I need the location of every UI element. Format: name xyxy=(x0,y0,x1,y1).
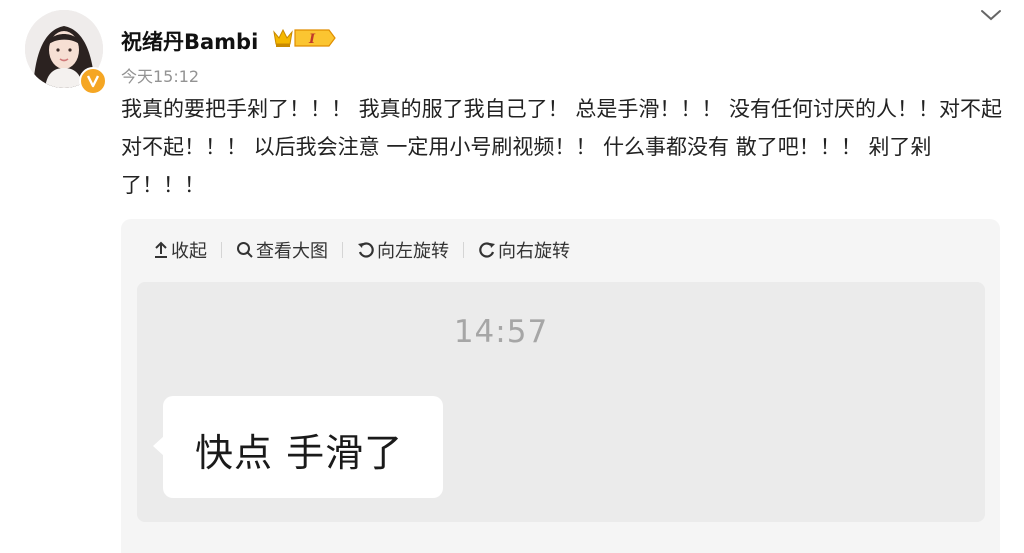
chat-bubble: 快点 手滑了 xyxy=(153,396,443,498)
toolbar-divider xyxy=(463,242,464,258)
collapse-button[interactable]: 收起 xyxy=(153,237,207,263)
post-timestamp[interactable]: 今天15:12 xyxy=(121,63,199,87)
vip-crown-icon[interactable]: I xyxy=(271,26,339,50)
rotate-right-label: 向右旋转 xyxy=(498,241,570,262)
rotate-left-label: 向左旋转 xyxy=(377,241,449,262)
rotate-left-button[interactable]: 向左旋转 xyxy=(357,237,449,263)
search-icon xyxy=(237,242,253,258)
post-image[interactable]: 14:57 快点 手滑了 xyxy=(137,282,985,522)
weibo-post: 祝绪丹Bambi I 今天15:12 我真的要把手剁了！！！ 我真的服了我自己了… xyxy=(0,0,1024,553)
view-large-button[interactable]: 查看大图 xyxy=(236,237,328,263)
vip-level-text: I xyxy=(308,32,316,47)
media-viewer: 收起 查看大图 向左旋转 向右旋转 14:57 快点 手滑了 xyxy=(121,219,1000,553)
verified-badge-icon xyxy=(79,67,107,95)
toolbar-divider xyxy=(221,242,222,258)
collapse-label: 收起 xyxy=(171,241,207,262)
toolbar-divider xyxy=(342,242,343,258)
rotate-right-button[interactable]: 向右旋转 xyxy=(478,237,570,263)
chevron-down-icon[interactable] xyxy=(980,6,1002,24)
username[interactable]: 祝绪丹Bambi xyxy=(121,26,258,56)
post-body-text: 我真的要把手剁了！！！ 我真的服了我自己了！ 总是手滑！！！ 没有任何讨厌的人！… xyxy=(121,97,1003,197)
chat-bubble-text: 快点 手滑了 xyxy=(195,431,404,475)
rotate-left-icon xyxy=(358,242,374,258)
chat-timestamp: 14:57 xyxy=(453,314,549,350)
rotate-right-icon xyxy=(479,242,495,258)
chat-bubble-tail xyxy=(153,436,164,456)
avatar-container[interactable] xyxy=(25,10,107,95)
view-large-label: 查看大图 xyxy=(256,241,328,262)
media-toolbar: 收起 查看大图 向左旋转 向右旋转 xyxy=(153,237,570,263)
arrow-up-icon xyxy=(155,241,167,258)
